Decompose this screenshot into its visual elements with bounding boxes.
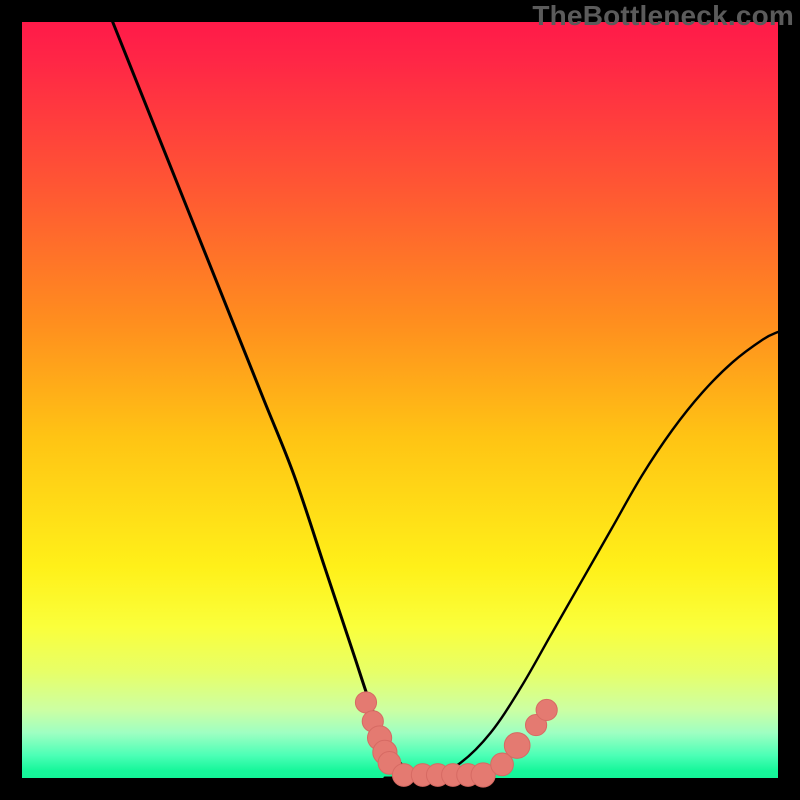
chart-svg xyxy=(22,22,778,778)
data-point-marker xyxy=(355,692,376,713)
data-point-marker xyxy=(536,699,557,720)
right-curve xyxy=(430,332,778,778)
left-curve xyxy=(113,22,431,778)
markers-group xyxy=(355,692,557,787)
data-point-marker xyxy=(504,733,530,759)
chart-frame: TheBottleneck.com xyxy=(0,0,800,800)
watermark-text: TheBottleneck.com xyxy=(532,0,794,32)
